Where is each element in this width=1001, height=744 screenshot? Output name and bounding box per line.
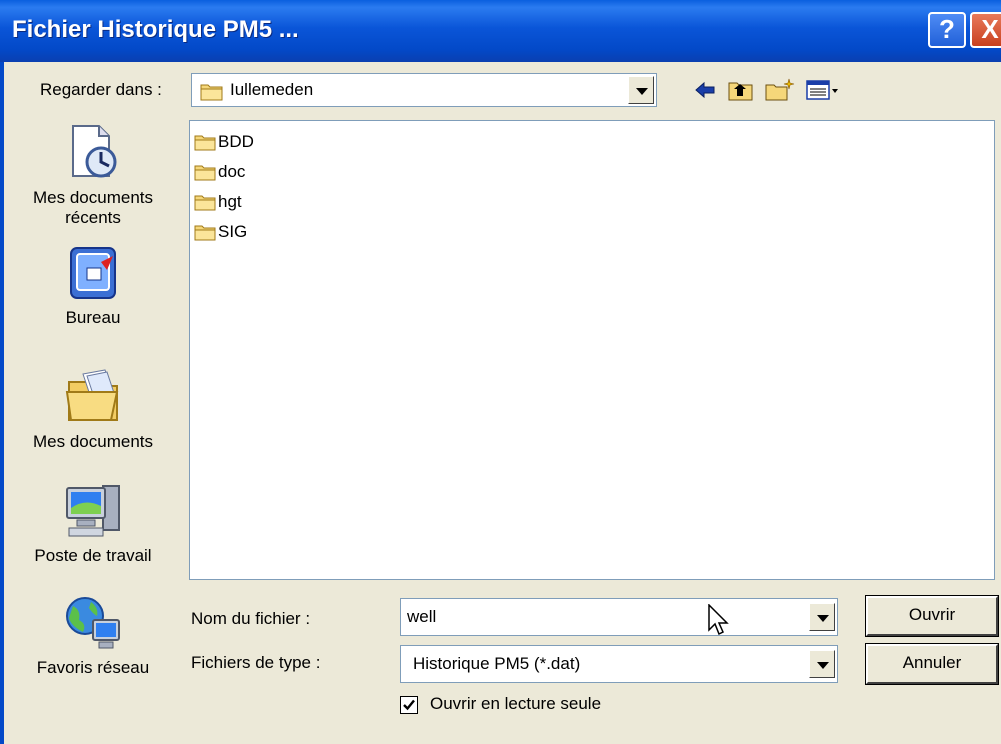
open-button[interactable]: Ouvrir [865, 595, 999, 637]
my-computer-icon [66, 485, 120, 537]
filename-input[interactable] [403, 601, 803, 633]
readonly-label: Ouvrir en lecture seule [430, 694, 602, 713]
folder-icon [194, 135, 216, 151]
network-places-icon [66, 597, 120, 649]
place-label: Poste de travail [34, 546, 152, 565]
cancel-button[interactable]: Annuler [865, 643, 999, 685]
place-my-documents[interactable]: Mes documents [4, 364, 182, 452]
recent-documents-icon [72, 125, 117, 178]
place-label: Mes documents [33, 432, 153, 451]
chevron-down-icon[interactable] [628, 76, 654, 104]
mouse-cursor-icon [708, 604, 729, 636]
readonly-checkbox[interactable] [400, 696, 418, 714]
place-network-places[interactable]: Favoris réseau [4, 594, 182, 678]
places-bar: Mes documents récents Bureau Mes documen… [4, 112, 182, 742]
file-name: SIG [218, 222, 248, 241]
place-desktop[interactable]: Bureau [4, 244, 182, 328]
file-open-dialog: Fichier Historique PM5 ... ? X Regarder … [0, 0, 1001, 744]
filetype-value: Historique PM5 (*.dat) [413, 654, 581, 673]
chevron-down-icon[interactable] [809, 603, 835, 631]
folder-icon [194, 225, 216, 241]
close-button[interactable]: X [970, 12, 1001, 48]
filetype-dropdown[interactable]: Historique PM5 (*.dat) [400, 645, 838, 683]
look-in-dropdown[interactable]: Iullemeden [191, 73, 657, 107]
place-recent-documents[interactable]: Mes documents récents [4, 120, 182, 228]
file-name: doc [218, 162, 246, 181]
back-arrow-icon[interactable] [693, 78, 717, 102]
checkmark-icon [403, 699, 415, 711]
place-my-computer[interactable]: Poste de travail [4, 480, 182, 566]
folder-icon [194, 195, 216, 211]
file-list[interactable]: BDD doc hgt SIG [189, 120, 995, 580]
view-menu-icon[interactable] [806, 78, 840, 102]
place-label: Favoris réseau [36, 658, 150, 677]
look-in-value: Iullemeden [230, 80, 314, 99]
new-folder-icon[interactable] [765, 78, 795, 102]
folder-icon [194, 165, 216, 181]
filetype-label: Fichiers de type : [191, 653, 321, 672]
my-documents-icon [65, 369, 119, 421]
place-label: Bureau [65, 308, 121, 327]
file-name: BDD [218, 132, 254, 151]
place-label: Mes documents récents [33, 188, 153, 227]
title-bar[interactable]: Fichier Historique PM5 ... ? X [0, 0, 1001, 62]
desktop-icon [70, 247, 116, 299]
chevron-down-icon[interactable] [809, 650, 835, 678]
window-title: Fichier Historique PM5 ... [12, 16, 299, 43]
folder-icon [200, 84, 223, 101]
filename-label: Nom du fichier : [191, 609, 311, 628]
file-name: hgt [218, 192, 242, 211]
help-button[interactable]: ? [928, 12, 966, 48]
filename-combo[interactable] [400, 598, 838, 636]
up-folder-icon[interactable] [728, 78, 754, 102]
look-in-label: Regarder dans : [40, 80, 162, 99]
